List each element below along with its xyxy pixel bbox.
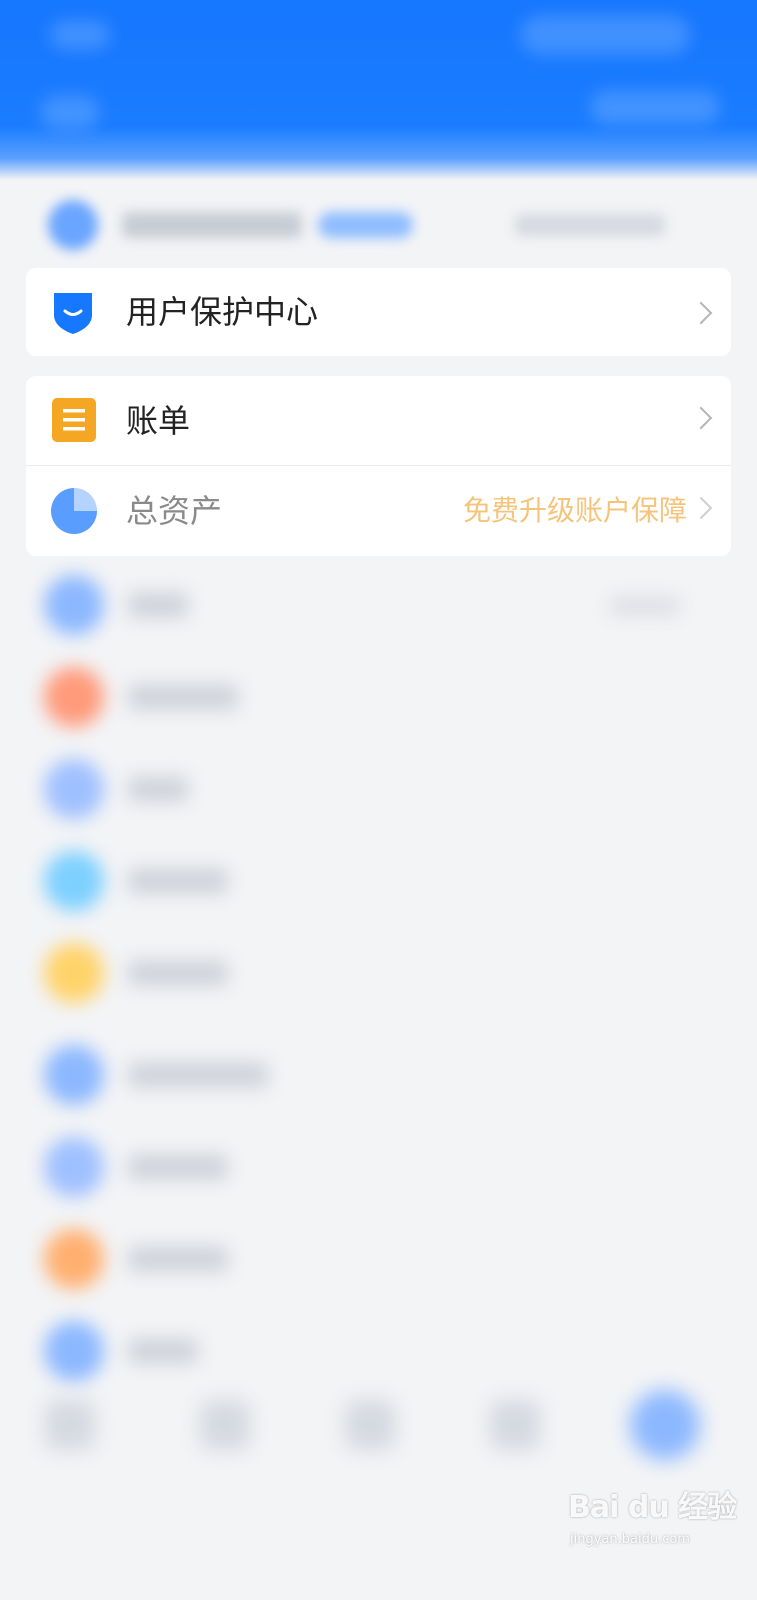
list-item-icon: [44, 1137, 104, 1197]
nav-tab-active-icon[interactable]: [630, 1390, 700, 1460]
list-item-icon: [44, 759, 104, 819]
list-item-value: [610, 596, 680, 616]
watermark-logo: Bai du 经验: [568, 1490, 737, 1525]
top-header: [0, 0, 757, 180]
total-assets-row[interactable]: 总资产 免费升级账户保障: [26, 466, 731, 556]
list-item-icon: [44, 575, 104, 635]
profile-row[interactable]: [0, 190, 757, 260]
list-item-text: [128, 776, 188, 802]
nav-tab-icon[interactable]: [200, 1400, 250, 1450]
list-item-text: [128, 684, 238, 710]
list-item-text: [128, 1154, 228, 1180]
user-protection-card: 用户保护中心: [26, 268, 731, 356]
user-protection-label: 用户保护中心: [126, 293, 319, 331]
bill-row[interactable]: 账单: [26, 376, 731, 466]
list-item-icon: [44, 1045, 104, 1105]
bottom-nav: [0, 1380, 757, 1490]
profile-name-blur: [122, 212, 302, 238]
header-right-icons-blur: [590, 90, 720, 125]
upgrade-protection-promo[interactable]: 免费升级账户保障: [463, 466, 687, 556]
nav-tab-icon[interactable]: [45, 1400, 95, 1450]
list-item-text: [128, 1338, 198, 1364]
bill-label: 账单: [126, 402, 191, 440]
header-right-blur: [520, 15, 690, 55]
profile-badge-blur: [318, 212, 413, 238]
nav-tab-icon[interactable]: [345, 1400, 395, 1450]
nav-tab-icon[interactable]: [490, 1400, 540, 1450]
profile-right-blur: [515, 214, 665, 236]
header-left-icon-blur: [40, 95, 100, 130]
list-item-text: [128, 1062, 268, 1088]
pie-chart-icon: [49, 486, 99, 536]
watermark-url: jingyan.baidu.com: [570, 1532, 690, 1547]
bill-icon: [52, 398, 96, 442]
avatar: [48, 200, 98, 250]
baidu-jingyan-watermark: Bai du 经验 jingyan.baidu.com: [568, 1488, 738, 1568]
chevron-right-icon: [689, 406, 713, 430]
total-assets-label: 总资产: [126, 492, 223, 530]
list-item-text: [128, 868, 228, 894]
list-item-icon: [44, 851, 104, 911]
list-item-text: [128, 1246, 228, 1272]
list-item-icon: [44, 943, 104, 1003]
shield-icon: [50, 289, 96, 335]
header-left-blur: [50, 20, 110, 50]
list-item-icon: [44, 1321, 104, 1381]
blurred-menu-list: [0, 560, 757, 1410]
list-item-icon: [44, 1229, 104, 1289]
list-item-text: [128, 592, 188, 618]
user-protection-row[interactable]: 用户保护中心: [26, 268, 731, 356]
chevron-right-icon: [689, 496, 713, 520]
bill-assets-card: 账单 总资产 免费升级账户保障: [26, 376, 731, 556]
chevron-right-icon: [689, 301, 713, 325]
list-item-icon: [44, 667, 104, 727]
list-item-text: [128, 960, 228, 986]
